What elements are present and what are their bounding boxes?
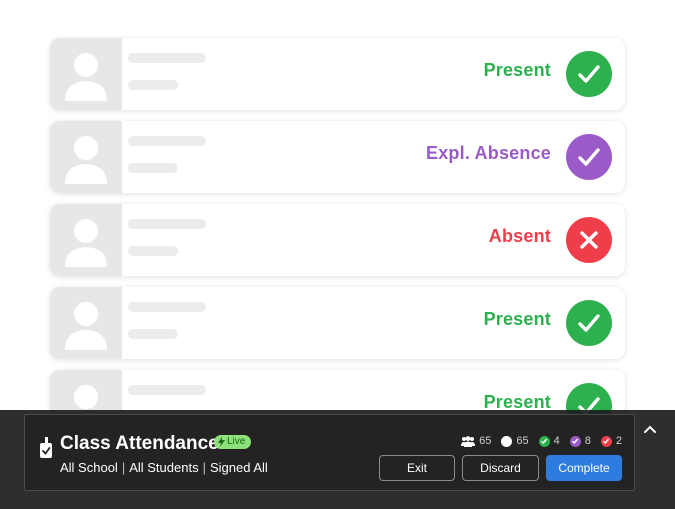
lightning-icon (218, 437, 225, 447)
name-placeholder (128, 136, 206, 146)
excused-check-icon (569, 435, 581, 447)
avatar-placeholder-icon (65, 136, 107, 184)
filter-school[interactable]: All School (60, 460, 118, 475)
panel-title: Class Attendance (60, 433, 219, 454)
attendance-panel: Class Attendance Live All School | All Stu… (24, 414, 635, 491)
present-check-icon (538, 435, 550, 447)
status-toggle-button[interactable] (566, 134, 612, 180)
avatar (50, 38, 122, 110)
detail-placeholder (128, 80, 178, 90)
exit-button[interactable]: Exit (379, 455, 455, 481)
student-card[interactable]: Present (50, 287, 625, 359)
status-toggle-button[interactable] (566, 217, 612, 263)
detail-placeholder (128, 329, 178, 339)
count-unmarked: 65 (501, 435, 529, 447)
group-icon (461, 435, 476, 447)
student-card[interactable]: Expl. Absence (50, 121, 625, 193)
detail-placeholder (128, 163, 178, 173)
live-badge: Live (214, 435, 252, 449)
status-label: Present (483, 309, 551, 329)
name-placeholder (128, 385, 206, 395)
name-placeholder (128, 302, 206, 312)
filter-students[interactable]: All Students (129, 460, 198, 475)
unmarked-dot-icon (501, 435, 513, 447)
detail-placeholder (128, 246, 178, 256)
chevron-up-icon[interactable] (643, 424, 657, 434)
status-label: Absent (488, 226, 551, 246)
check-icon (578, 314, 600, 332)
filter-summary: All School | All Students | Signed All (60, 460, 268, 475)
close-icon (580, 231, 598, 249)
filter-signed[interactable]: Signed All (210, 460, 268, 475)
name-placeholder (128, 219, 206, 229)
status-toggle-button[interactable] (566, 51, 612, 97)
count-total: 65 (461, 435, 491, 447)
avatar (50, 121, 122, 193)
avatar-placeholder-icon (65, 53, 107, 101)
absent-check-icon (600, 435, 612, 447)
status-label: Expl. Absence (426, 143, 551, 163)
status-toggle-button[interactable] (566, 300, 612, 346)
attendance-app-icon (40, 437, 52, 458)
student-card[interactable]: Present (50, 38, 625, 110)
discard-button[interactable]: Discard (462, 455, 539, 481)
count-present: 4 (538, 435, 560, 447)
student-card[interactable]: Absent (50, 204, 625, 276)
complete-button[interactable]: Complete (546, 455, 622, 481)
live-label: Live (227, 436, 246, 447)
name-placeholder (128, 53, 206, 63)
avatar-placeholder-icon (65, 219, 107, 267)
check-icon (578, 65, 600, 83)
avatar (50, 204, 122, 276)
attendance-counts: 65 65 4 8 2 (461, 435, 622, 447)
check-icon (578, 148, 600, 166)
count-excused: 8 (569, 435, 591, 447)
count-absent: 2 (600, 435, 622, 447)
avatar (50, 287, 122, 359)
avatar-placeholder-icon (65, 302, 107, 350)
status-label: Present (483, 60, 551, 80)
